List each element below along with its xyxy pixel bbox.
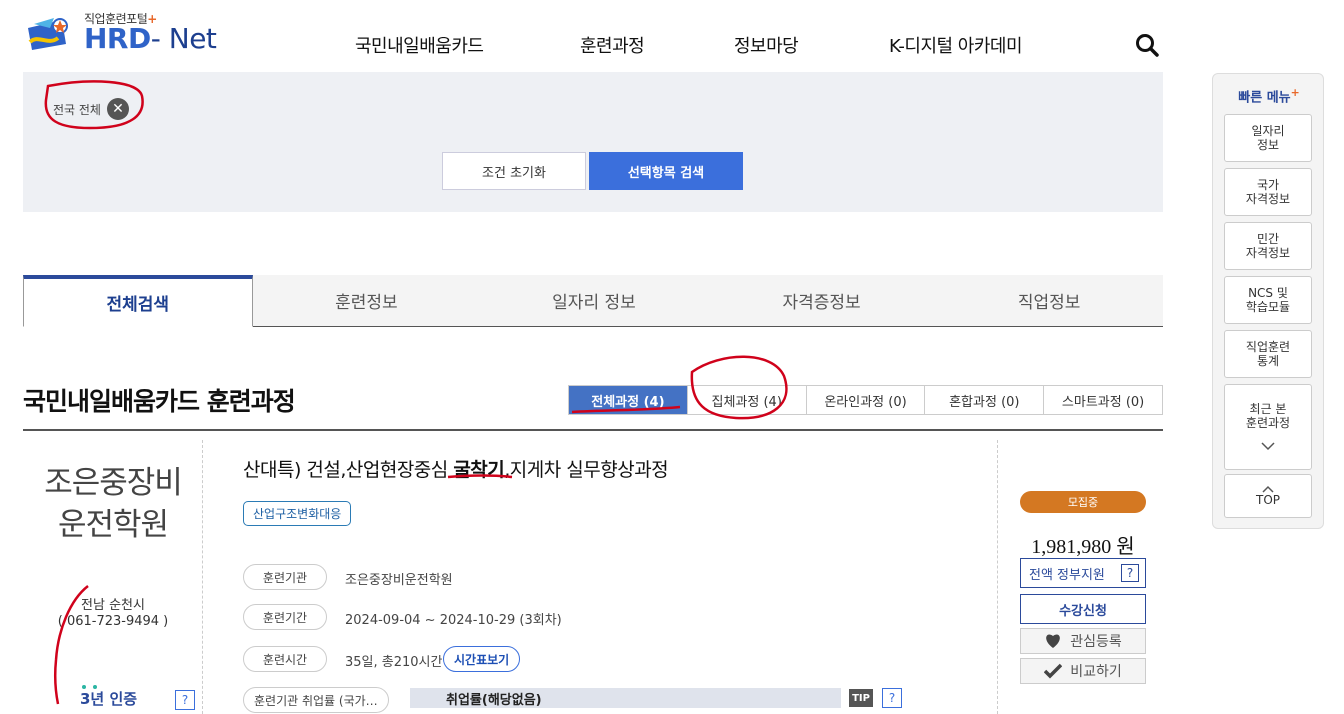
training-org-column: 조은중장비 운전학원 전남 순천시 ( 061-723-9494 ) 3년 인증…: [23, 440, 203, 714]
subtab-blended-courses[interactable]: 혼합과정 (0): [924, 386, 1043, 414]
quick-private-cert[interactable]: 민간 자격정보: [1224, 222, 1312, 270]
nav-training-course[interactable]: 훈련과정: [580, 32, 645, 58]
quick-menu-title: 빠른 메뉴+: [1238, 86, 1300, 106]
subtab-all-courses[interactable]: 전체과정 (4): [569, 386, 687, 414]
quick-recent-courses[interactable]: 최근 본 훈련과정: [1224, 384, 1312, 470]
chevron-up-icon: [1262, 485, 1274, 493]
org-name: 조은중장비 운전학원: [44, 465, 183, 543]
remove-chip-icon[interactable]: ✕: [106, 98, 129, 120]
info-value-period: 2024-09-04 ~ 2024-10-29 (3회차): [345, 613, 562, 628]
subtab-smart-courses[interactable]: 스마트과정 (0): [1043, 386, 1162, 414]
employment-rate-label: 훈련기관 취업률 (국가…: [243, 687, 389, 713]
quick-national-cert[interactable]: 국가 자격정보: [1224, 168, 1312, 216]
nav-k-digital-academy[interactable]: K-디지털 아카데미: [889, 32, 1023, 58]
certification-help-icon[interactable]: ?: [175, 690, 195, 710]
employment-help-icon[interactable]: ?: [882, 688, 902, 708]
info-value-institution: 조은중장비운전학원: [345, 573, 453, 588]
tip-button[interactable]: TIP: [849, 689, 873, 707]
quick-menu: 빠른 메뉴+ 일자리 정보 국가 자격정보 민간 자격정보 NCS 및 학습모듈 직업훈…: [1212, 73, 1324, 529]
search-selected-button[interactable]: 선택항목 검색: [589, 152, 743, 190]
subtab-online-courses[interactable]: 온라인과정 (0): [805, 386, 925, 414]
info-label-institution: 훈련기관: [243, 564, 327, 590]
hrd-net-logo[interactable]: 직업훈련포털+ HRD- Net: [24, 8, 224, 58]
info-label-hours: 훈련시간: [243, 646, 327, 672]
certification-badge: 3년 인증: [80, 690, 138, 708]
timetable-button[interactable]: 시간표보기: [443, 646, 521, 672]
main-search-tabs: 전체검색 훈련정보 일자리 정보 자격증정보 직업정보: [23, 275, 1163, 327]
logo-text: HRD- Net: [84, 22, 217, 55]
chip-label: 전국 전체: [53, 102, 101, 117]
wishlist-button[interactable]: 관심등록: [1020, 628, 1146, 654]
tab-occupation-info[interactable]: 직업정보: [935, 275, 1163, 326]
subtab-classroom-courses[interactable]: 집체과정 (4): [686, 386, 806, 414]
org-location: 전남 순천시 ( 061-723-9494 ): [57, 598, 169, 629]
tab-job-info[interactable]: 일자리 정보: [480, 275, 708, 326]
course-tag: 산업구조변화대응: [243, 501, 352, 526]
section-title: 국민내일배움카드 훈련과정: [23, 387, 296, 416]
course-type-tabs: 전체과정 (4) 집체과정 (4) 온라인과정 (0) 혼합과정 (0) 스마트…: [568, 385, 1163, 415]
nav-naeil-card[interactable]: 국민내일배움카드: [355, 32, 484, 58]
tab-training-info[interactable]: 훈련정보: [253, 275, 481, 326]
info-value-hours: 35일, 총210시간: [345, 655, 443, 670]
compare-button[interactable]: 비교하기: [1020, 658, 1146, 684]
status-badge: 모집중: [1020, 491, 1146, 513]
scroll-top-button[interactable]: TOP: [1224, 474, 1312, 518]
apply-button[interactable]: 수강신청: [1020, 594, 1146, 624]
course-price: 1,981,980 원: [1031, 536, 1135, 558]
support-help-icon[interactable]: ?: [1121, 564, 1139, 582]
reset-conditions-button[interactable]: 조건 초기화: [442, 152, 586, 190]
nav-info[interactable]: 정보마당: [734, 32, 799, 58]
price-column: 모집중 1,981,980 원 전액 정부지원 ? 수강신청 관심등록 비교하기: [997, 440, 1163, 714]
check-icon: [1044, 663, 1063, 679]
search-icon[interactable]: [1134, 32, 1160, 58]
heart-icon: [1046, 634, 1061, 648]
quick-training-stats[interactable]: 직업훈련 통계: [1224, 330, 1312, 378]
region-filter-chip: 전국 전체 ✕: [53, 98, 129, 120]
section-divider: [23, 429, 1163, 431]
employment-rate-bar: 취업률(해당없음): [410, 688, 841, 708]
government-support-label: 전액 정부지원 ?: [1020, 558, 1146, 588]
tab-all-search[interactable]: 전체검색: [23, 275, 253, 327]
search-filter-panel: 전국 전체 ✕ 조건 초기화 선택항목 검색: [23, 72, 1163, 212]
tab-certificate-info[interactable]: 자격증정보: [708, 275, 936, 326]
logo-mark-icon: [28, 18, 68, 50]
quick-job-info[interactable]: 일자리 정보: [1224, 114, 1312, 162]
quick-ncs-modules[interactable]: NCS 및 학습모듈: [1224, 276, 1312, 324]
course-title-link[interactable]: 산대특) 건설,산업현장중심 굴착기,지게차 실무향상과정: [243, 455, 669, 482]
info-label-period: 훈련기간: [243, 604, 327, 630]
chevron-down-icon: [1261, 442, 1275, 451]
